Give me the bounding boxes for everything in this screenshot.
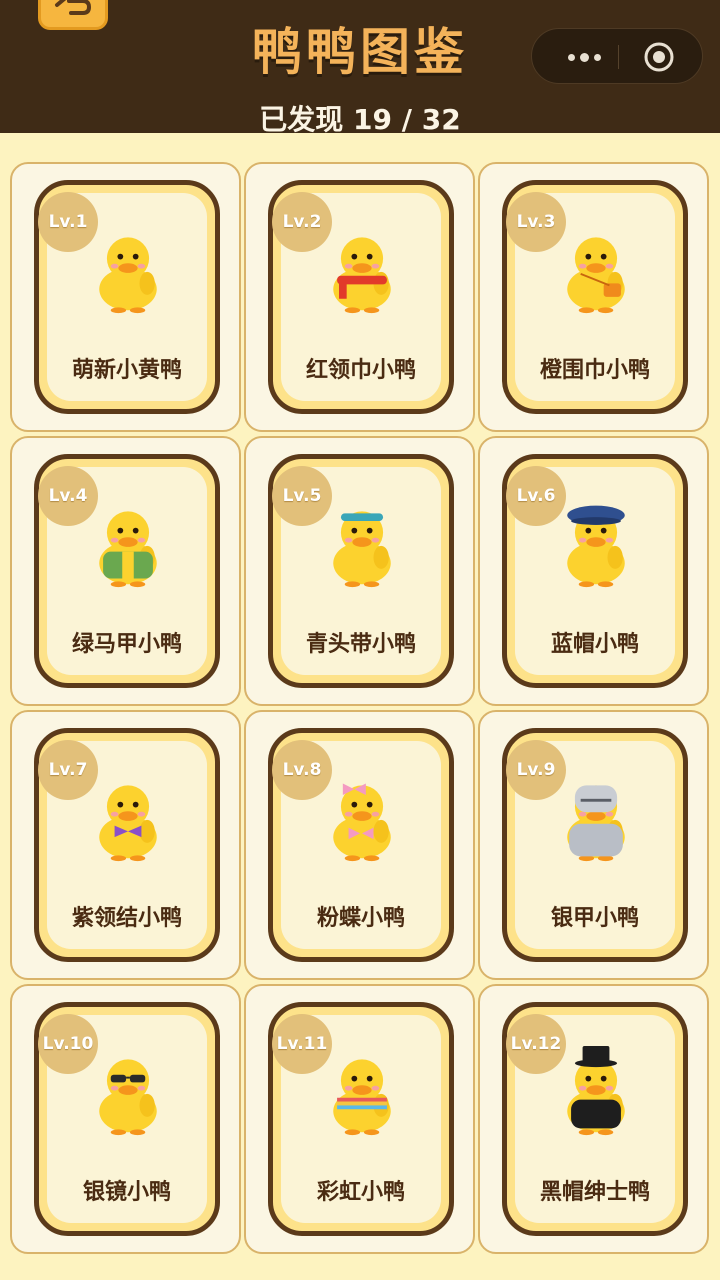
duck-name: 彩虹小鸭 [316, 1180, 405, 1205]
duck-name: 黑帽绅士鸭 [539, 1180, 650, 1205]
more-dots-icon[interactable] [554, 42, 614, 72]
level-badge: Lv.7 [38, 740, 98, 800]
duck-card[interactable]: Lv.4 绿马甲小鸭 [10, 436, 241, 706]
duck-card[interactable]: Lv.10 银镜小鸭 [10, 984, 241, 1254]
level-badge: Lv.10 [38, 1014, 98, 1074]
level-badge: Lv.1 [38, 192, 98, 252]
duck-card[interactable]: Lv.8 粉蝶小鸭 [244, 710, 475, 980]
discovery-progress: 已发现 19 / 32 [259, 103, 461, 136]
duck-pink-bows-icon [316, 772, 408, 864]
duck-card[interactable]: Lv.7 紫领结小鸭 [10, 710, 241, 980]
duck-name: 橙围巾小鸭 [539, 358, 650, 383]
level-badge: Lv.9 [506, 740, 566, 800]
level-badge: Lv.5 [272, 466, 332, 526]
level-badge: Lv.6 [506, 466, 566, 526]
duck-orange-bag-icon [550, 224, 642, 316]
duck-name: 萌新小黄鸭 [71, 358, 182, 383]
duck-sunglasses-icon [82, 1046, 174, 1138]
duck-cyan-headband-icon [316, 498, 408, 590]
duck-name: 紫领结小鸭 [71, 906, 182, 931]
level-badge: Lv.2 [272, 192, 332, 252]
duck-name: 银镜小鸭 [82, 1180, 171, 1205]
level-badge: Lv.11 [272, 1014, 332, 1074]
duck-card[interactable]: Lv.3 橙围巾小鸭 [478, 162, 709, 432]
duck-card[interactable]: Lv.9 银甲小鸭 [478, 710, 709, 980]
level-badge: Lv.4 [38, 466, 98, 526]
duck-card[interactable]: Lv.1 萌新小黄鸭 [10, 162, 241, 432]
capsule-divider [618, 45, 619, 69]
duck-green-vest-icon [82, 498, 174, 590]
duck-none-icon [82, 224, 174, 316]
duck-blue-cap-icon [550, 498, 642, 590]
duck-card[interactable]: Lv.6 蓝帽小鸭 [478, 436, 709, 706]
duck-card[interactable]: Lv.11 彩虹小鸭 [244, 984, 475, 1254]
duck-red-scarf-icon [316, 224, 408, 316]
level-badge: Lv.8 [272, 740, 332, 800]
duck-name: 青头带小鸭 [305, 632, 416, 657]
duck-name: 绿马甲小鸭 [71, 632, 182, 657]
duck-name: 粉蝶小鸭 [316, 906, 405, 931]
level-badge: Lv.3 [506, 192, 566, 252]
duck-top-hat-icon [550, 1046, 642, 1138]
top-bar: 鸭鸭图鉴 已发现 19 / 32 [0, 0, 720, 136]
duck-name: 银甲小鸭 [550, 906, 639, 931]
duck-rainbow-scarf-icon [316, 1046, 408, 1138]
duck-card[interactable]: Lv.5 青头带小鸭 [244, 436, 475, 706]
duck-card[interactable]: Lv.2 红领巾小鸭 [244, 162, 475, 432]
duck-purple-bowtie-icon [82, 772, 174, 864]
level-badge: Lv.12 [506, 1014, 566, 1074]
duck-silver-armor-icon [550, 772, 642, 864]
duck-name: 红领巾小鸭 [305, 358, 416, 383]
mini-program-capsule [531, 28, 703, 84]
close-target-icon[interactable] [643, 41, 675, 73]
duck-name: 蓝帽小鸭 [550, 632, 639, 657]
duck-card[interactable]: Lv.12 黑帽绅士鸭 [478, 984, 709, 1254]
